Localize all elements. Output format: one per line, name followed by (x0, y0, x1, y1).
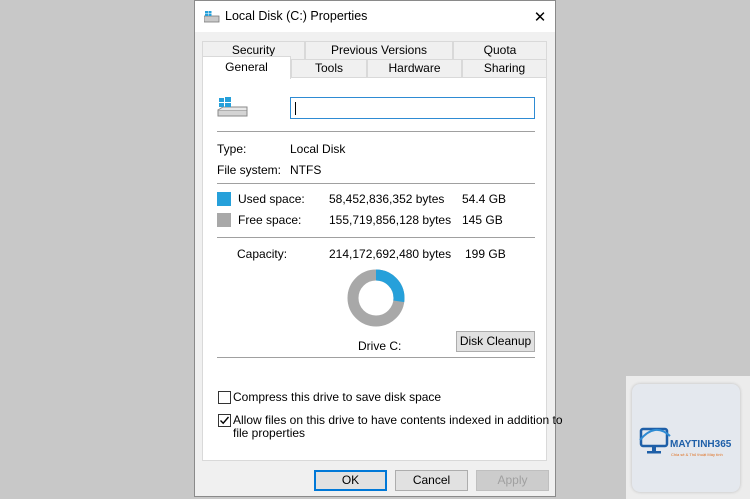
properties-dialog: Local Disk (C:) Properties ✕ Security Pr… (194, 0, 563, 497)
disk-cleanup-label: Disk Cleanup (459, 334, 532, 348)
free-space-swatch (217, 213, 231, 227)
watermark-brand: MAYTINH365 (670, 439, 732, 450)
close-icon: ✕ (533, 8, 547, 26)
compress-label: Compress this drive to save disk space (233, 390, 442, 404)
used-space-label: Used space: (238, 192, 305, 206)
title-bar[interactable]: Local Disk (C:) Properties ✕ (195, 1, 555, 32)
general-tab-panel: Type: Local Disk File system: NTFS Used … (202, 77, 563, 461)
watermark-card: MAYTINH365 Chia sẻ & Thủ thuật Máy tính (632, 384, 740, 492)
watermark-tagline: Chia sẻ & Thủ thuật Máy tính (671, 452, 723, 457)
apply-label: Apply (497, 473, 528, 487)
tab-label: Quota (483, 43, 517, 57)
drive-name-input[interactable] (290, 97, 535, 119)
capacity-bytes: 214,172,692,480 bytes (329, 247, 452, 261)
checkmark-icon (220, 416, 230, 425)
index-label-line1: Allow files on this drive to have conten… (233, 413, 563, 427)
used-space-size: 54.4 GB (462, 192, 507, 206)
cancel-button[interactable]: Cancel (395, 470, 468, 491)
window-title: Local Disk (C:) Properties (225, 9, 368, 23)
divider (217, 131, 535, 132)
tab-label: Previous Versions (330, 43, 428, 57)
drive-title-icon (204, 11, 220, 23)
tab-label: Hardware (388, 61, 441, 75)
type-label: Type: (217, 142, 247, 156)
disk-cleanup-button[interactable]: Disk Cleanup (456, 331, 535, 352)
close-button[interactable]: ✕ (525, 1, 555, 32)
text-caret (295, 102, 296, 115)
tab-label: Sharing (483, 61, 526, 75)
capacity-label: Capacity: (237, 247, 288, 261)
capacity-size: 199 GB (465, 247, 506, 261)
index-label-line2: file properties (233, 426, 306, 440)
used-space-bytes: 58,452,836,352 bytes (329, 192, 445, 206)
tab-previous-versions[interactable]: Previous Versions (305, 41, 453, 59)
cancel-label: Cancel (412, 473, 451, 487)
divider (217, 237, 535, 238)
tab-label: Security (231, 43, 276, 57)
tab-general[interactable]: General (202, 56, 291, 79)
tab-label: General (225, 60, 268, 74)
used-space-swatch (217, 192, 231, 206)
watermark-logo: MAYTINH365 Chia sẻ & Thủ thuật Máy tính (626, 376, 750, 499)
divider (217, 183, 535, 184)
tab-quota[interactable]: Quota (453, 41, 547, 59)
free-space-label: Free space: (238, 213, 302, 227)
ok-label: OK (341, 473, 360, 487)
free-space-size: 145 GB (462, 213, 503, 227)
tab-sharing[interactable]: Sharing (462, 59, 547, 77)
compress-checkbox[interactable] (218, 391, 231, 404)
ok-button[interactable]: OK (314, 470, 387, 491)
type-value: Local Disk (290, 142, 346, 156)
drive-label: Drive C: (358, 339, 402, 353)
index-checkbox[interactable] (218, 414, 231, 427)
filesystem-value: NTFS (290, 163, 322, 177)
drive-icon (217, 97, 248, 117)
tab-tools[interactable]: Tools (291, 59, 367, 77)
divider (217, 357, 535, 358)
tab-label: Tools (314, 61, 343, 75)
disk-usage-donut (347, 269, 405, 327)
filesystem-label: File system: (217, 163, 282, 177)
free-space-bytes: 155,719,856,128 bytes (329, 213, 452, 227)
tab-hardware[interactable]: Hardware (367, 59, 462, 77)
monitor-logo-icon (639, 427, 671, 454)
apply-button[interactable]: Apply (476, 470, 549, 491)
